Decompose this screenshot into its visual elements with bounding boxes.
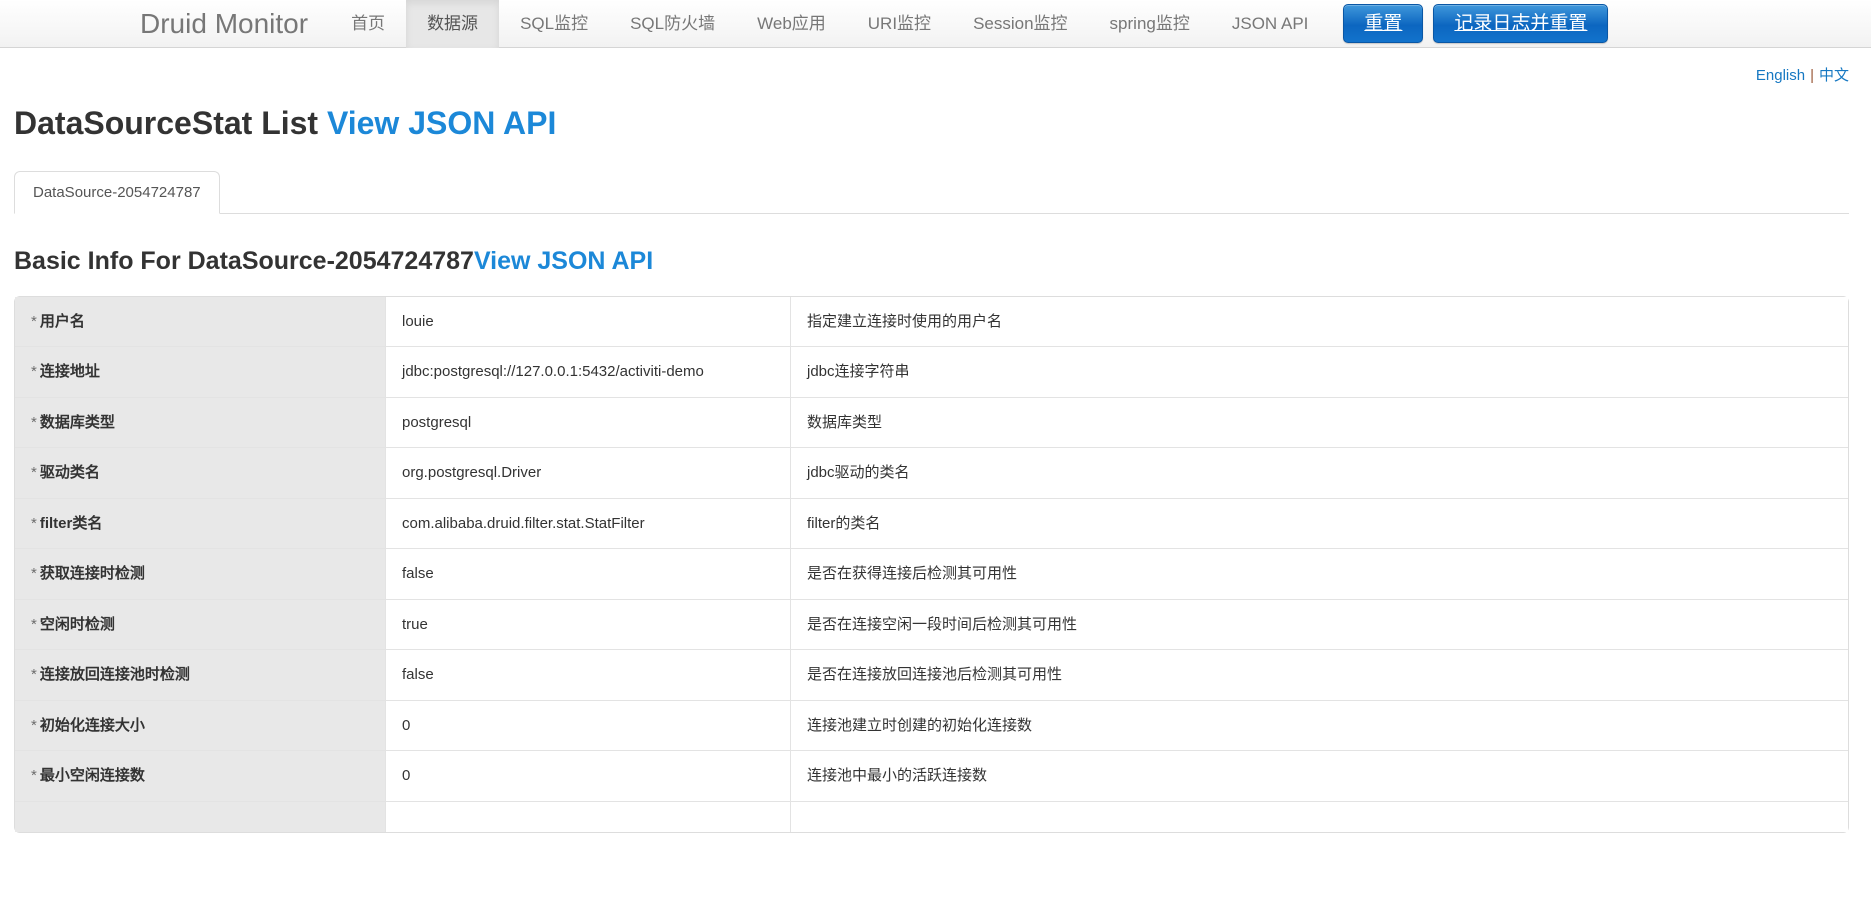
- navbar-action-buttons: 重置 记录日志并重置: [1343, 0, 1609, 47]
- nav-item-session-monitor[interactable]: Session监控: [952, 0, 1088, 48]
- required-marker: *: [31, 615, 37, 633]
- nav-item-uri-monitor[interactable]: URI监控: [847, 0, 952, 48]
- table-row: * 连接放回连接池时检测 false 是否在连接放回连接池后检测其可用性: [15, 649, 1848, 700]
- row-label-cell: * 空闲时检测: [15, 598, 385, 650]
- row-value-cell: louie: [385, 296, 790, 347]
- required-marker: *: [31, 363, 37, 381]
- required-marker: *: [31, 464, 37, 482]
- row-value-cell: 0: [385, 699, 790, 751]
- row-value-cell: postgresql: [385, 396, 790, 448]
- table-row: * 驱动类名 org.postgresql.Driver jdbc驱动的类名: [15, 447, 1848, 498]
- row-value-cell: false: [385, 548, 790, 599]
- row-desc-cell: filter的类名: [790, 497, 1848, 549]
- row-label-cell: * 最小空闲连接数: [15, 750, 385, 801]
- row-desc-cell: jdbc驱动的类名: [790, 447, 1848, 498]
- row-desc-cell: 指定建立连接时使用的用户名: [790, 296, 1848, 347]
- row-label-cell: [15, 800, 385, 832]
- main-nav-list: 首页 数据源 SQL监控 SQL防火墙 Web应用 URI监控 Session监…: [330, 0, 1330, 48]
- datasource-tab-bar: DataSource-2054724787: [14, 167, 1849, 215]
- row-label-text: 空闲时检测: [39, 615, 115, 633]
- table-row: * 获取连接时检测 false 是否在获得连接后检测其可用性: [15, 548, 1848, 599]
- row-desc-cell: [790, 800, 1848, 832]
- row-label-text: 驱动类名: [39, 464, 100, 482]
- row-desc-cell: 连接池建立时创建的初始化连接数: [790, 699, 1848, 751]
- row-value-cell: 0: [385, 750, 790, 801]
- nav-item-spring-monitor[interactable]: spring监控: [1089, 0, 1211, 48]
- row-label-cell: * filter类名: [15, 497, 385, 549]
- table-row: * 连接地址 jdbc:postgresql://127.0.0.1:5432/a…: [15, 346, 1848, 397]
- row-label-cell: * 用户名: [15, 296, 385, 347]
- row-desc-cell: jdbc连接字符串: [790, 346, 1848, 397]
- required-marker: *: [31, 413, 37, 431]
- app-brand-title[interactable]: Druid Monitor: [140, 0, 330, 47]
- nav-item-json-api[interactable]: JSON API: [1211, 0, 1330, 48]
- row-value-cell: false: [385, 649, 790, 700]
- required-marker: *: [31, 767, 37, 785]
- table-row: * 空闲时检测 true 是否在连接空闲一段时间后检测其可用性: [15, 598, 1848, 650]
- row-label-cell: * 连接地址: [15, 346, 385, 397]
- reset-button[interactable]: 重置: [1343, 3, 1424, 44]
- row-label-cell: * 获取连接时检测: [15, 548, 385, 599]
- page-title-json-api-link[interactable]: View JSON API: [327, 105, 556, 141]
- page-content: DataSourceStat List View JSON API DataSo…: [0, 105, 1871, 833]
- table-row: [15, 800, 1848, 832]
- row-label-text: 初始化连接大小: [39, 716, 145, 734]
- nav-item-datasource[interactable]: 数据源: [406, 0, 500, 48]
- row-desc-cell: 是否在连接放回连接池后检测其可用性: [790, 649, 1848, 700]
- row-label-text: 用户名: [39, 312, 85, 330]
- nav-item-web-app[interactable]: Web应用: [736, 0, 847, 48]
- table-row: * 最小空闲连接数 0 连接池中最小的活跃连接数: [15, 750, 1848, 801]
- row-desc-cell: 连接池中最小的活跃连接数: [790, 750, 1848, 801]
- row-label-text: 数据库类型: [39, 413, 115, 431]
- nav-item-sql-firewall[interactable]: SQL防火墙: [609, 0, 736, 48]
- row-label-text: 连接放回连接池时检测: [39, 666, 190, 684]
- basic-info-title-text: Basic Info For DataSource-2054724787: [14, 247, 474, 276]
- row-desc-cell: 数据库类型: [790, 396, 1848, 448]
- table-row: * filter类名 com.alibaba.druid.filter.stat.…: [15, 497, 1848, 549]
- table-row: * 初始化连接大小 0 连接池建立时创建的初始化连接数: [15, 699, 1848, 751]
- page-title: DataSourceStat List View JSON API: [14, 105, 1849, 141]
- row-desc-cell: 是否在获得连接后检测其可用性: [790, 548, 1848, 599]
- tab-datasource-2054724787[interactable]: DataSource-2054724787: [14, 171, 220, 215]
- required-marker: *: [31, 514, 37, 532]
- top-navbar: Druid Monitor 首页 数据源 SQL监控 SQL防火墙 Web应用 …: [0, 0, 1871, 48]
- row-label-text: filter类名: [39, 514, 103, 532]
- basic-info-table-body: * 用户名 louie 指定建立连接时使用的用户名 * 连接地址 jdbc:post…: [15, 296, 1848, 832]
- row-label-cell: * 驱动类名: [15, 447, 385, 498]
- language-link-chinese[interactable]: 中文: [1819, 67, 1849, 84]
- required-marker: *: [31, 312, 37, 330]
- row-value-cell: jdbc:postgresql://127.0.0.1:5432/activit…: [385, 346, 790, 397]
- row-value-cell: com.alibaba.druid.filter.stat.StatFilter: [385, 497, 790, 549]
- log-and-reset-button[interactable]: 记录日志并重置: [1433, 3, 1609, 44]
- row-label-text: 连接地址: [39, 363, 100, 381]
- row-label-cell: * 数据库类型: [15, 396, 385, 448]
- basic-info-table: * 用户名 louie 指定建立连接时使用的用户名 * 连接地址 jdbc:post…: [14, 295, 1849, 833]
- row-label-cell: * 初始化连接大小: [15, 699, 385, 751]
- basic-info-json-api-link[interactable]: View JSON API: [474, 247, 653, 275]
- required-marker: *: [31, 716, 37, 734]
- row-label-cell: * 连接放回连接池时检测: [15, 649, 385, 700]
- required-marker: *: [31, 666, 37, 684]
- language-switcher: English | 中文: [0, 48, 1871, 92]
- page-title-text: DataSourceStat List: [14, 105, 327, 141]
- table-row: * 数据库类型 postgresql 数据库类型: [15, 396, 1848, 448]
- row-value-cell: [385, 800, 790, 832]
- language-separator: |: [1810, 67, 1814, 84]
- row-value-cell: true: [385, 598, 790, 650]
- row-value-cell: org.postgresql.Driver: [385, 447, 790, 498]
- basic-info-section-title: Basic Info For DataSource-2054724787View…: [14, 247, 1849, 276]
- required-marker: *: [31, 565, 37, 583]
- row-label-text: 最小空闲连接数: [39, 767, 145, 785]
- language-link-english[interactable]: English: [1756, 67, 1805, 84]
- row-label-text: 获取连接时检测: [39, 565, 145, 583]
- row-desc-cell: 是否在连接空闲一段时间后检测其可用性: [790, 598, 1848, 650]
- nav-item-sql-monitor[interactable]: SQL监控: [499, 0, 609, 48]
- nav-item-home[interactable]: 首页: [330, 0, 406, 48]
- table-row: * 用户名 louie 指定建立连接时使用的用户名: [15, 296, 1848, 347]
